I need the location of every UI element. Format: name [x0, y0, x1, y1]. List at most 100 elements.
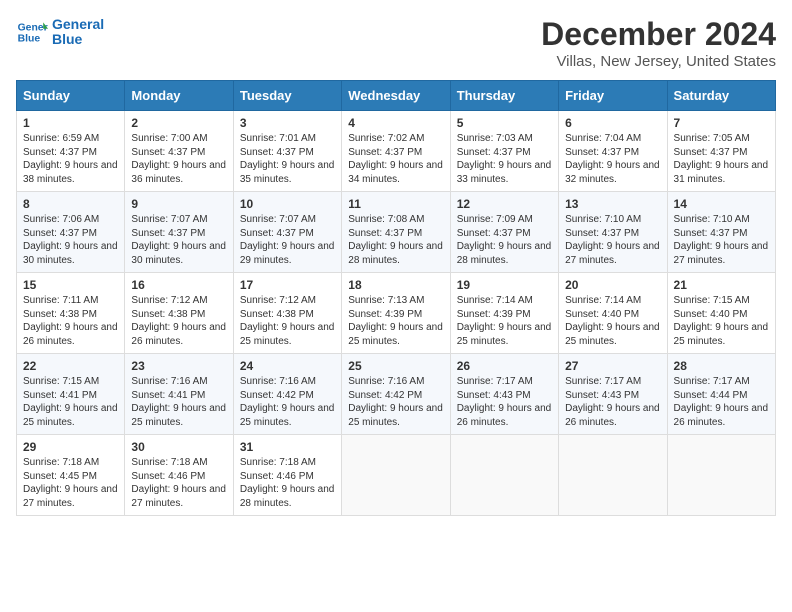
title-area: December 2024 Villas, New Jersey, United… [541, 16, 776, 70]
day-number: 12 [457, 197, 552, 211]
calendar-cell: 9 Sunrise: 7:07 AM Sunset: 4:37 PM Dayli… [125, 192, 233, 273]
cell-content: Sunrise: 7:14 AM Sunset: 4:39 PM Dayligh… [457, 294, 552, 348]
cell-content: Sunrise: 7:00 AM Sunset: 4:37 PM Dayligh… [131, 132, 226, 186]
day-number: 6 [565, 116, 660, 130]
calendar-cell: 10 Sunrise: 7:07 AM Sunset: 4:37 PM Dayl… [233, 192, 341, 273]
day-number: 9 [131, 197, 226, 211]
day-number: 21 [674, 278, 769, 292]
col-sunday: Sunday [17, 81, 125, 111]
cell-content: Sunrise: 7:03 AM Sunset: 4:37 PM Dayligh… [457, 132, 552, 186]
calendar-week-row: 15 Sunrise: 7:11 AM Sunset: 4:38 PM Dayl… [17, 273, 776, 354]
calendar-week-row: 22 Sunrise: 7:15 AM Sunset: 4:41 PM Dayl… [17, 354, 776, 435]
calendar-cell [559, 435, 667, 516]
day-number: 17 [240, 278, 335, 292]
calendar-cell: 28 Sunrise: 7:17 AM Sunset: 4:44 PM Dayl… [667, 354, 775, 435]
calendar-cell: 4 Sunrise: 7:02 AM Sunset: 4:37 PM Dayli… [342, 111, 450, 192]
calendar-cell [342, 435, 450, 516]
cell-content: Sunrise: 7:11 AM Sunset: 4:38 PM Dayligh… [23, 294, 118, 348]
cell-content: Sunrise: 7:04 AM Sunset: 4:37 PM Dayligh… [565, 132, 660, 186]
calendar-week-row: 29 Sunrise: 7:18 AM Sunset: 4:45 PM Dayl… [17, 435, 776, 516]
calendar-cell [450, 435, 558, 516]
cell-content: Sunrise: 7:02 AM Sunset: 4:37 PM Dayligh… [348, 132, 443, 186]
day-number: 16 [131, 278, 226, 292]
svg-text:Blue: Blue [18, 34, 41, 45]
cell-content: Sunrise: 7:17 AM Sunset: 4:44 PM Dayligh… [674, 375, 769, 429]
col-friday: Friday [559, 81, 667, 111]
cell-content: Sunrise: 7:18 AM Sunset: 4:45 PM Dayligh… [23, 456, 118, 510]
day-number: 5 [457, 116, 552, 130]
day-number: 22 [23, 359, 118, 373]
calendar-cell: 27 Sunrise: 7:17 AM Sunset: 4:43 PM Dayl… [559, 354, 667, 435]
calendar-cell: 12 Sunrise: 7:09 AM Sunset: 4:37 PM Dayl… [450, 192, 558, 273]
day-number: 4 [348, 116, 443, 130]
calendar-cell: 29 Sunrise: 7:18 AM Sunset: 4:45 PM Dayl… [17, 435, 125, 516]
calendar-cell: 31 Sunrise: 7:18 AM Sunset: 4:46 PM Dayl… [233, 435, 341, 516]
cell-content: Sunrise: 7:18 AM Sunset: 4:46 PM Dayligh… [240, 456, 335, 510]
calendar-table: Sunday Monday Tuesday Wednesday Thursday… [16, 80, 776, 516]
day-number: 11 [348, 197, 443, 211]
day-number: 13 [565, 197, 660, 211]
day-number: 10 [240, 197, 335, 211]
col-thursday: Thursday [450, 81, 558, 111]
cell-content: Sunrise: 7:05 AM Sunset: 4:37 PM Dayligh… [674, 132, 769, 186]
day-number: 27 [565, 359, 660, 373]
day-number: 26 [457, 359, 552, 373]
page-subtitle: Villas, New Jersey, United States [541, 53, 776, 70]
day-number: 31 [240, 440, 335, 454]
cell-content: Sunrise: 7:15 AM Sunset: 4:40 PM Dayligh… [674, 294, 769, 348]
day-number: 29 [23, 440, 118, 454]
calendar-cell: 11 Sunrise: 7:08 AM Sunset: 4:37 PM Dayl… [342, 192, 450, 273]
calendar-cell: 18 Sunrise: 7:13 AM Sunset: 4:39 PM Dayl… [342, 273, 450, 354]
calendar-cell: 23 Sunrise: 7:16 AM Sunset: 4:41 PM Dayl… [125, 354, 233, 435]
calendar-week-row: 8 Sunrise: 7:06 AM Sunset: 4:37 PM Dayli… [17, 192, 776, 273]
calendar-cell: 22 Sunrise: 7:15 AM Sunset: 4:41 PM Dayl… [17, 354, 125, 435]
cell-content: Sunrise: 7:09 AM Sunset: 4:37 PM Dayligh… [457, 213, 552, 267]
cell-content: Sunrise: 7:01 AM Sunset: 4:37 PM Dayligh… [240, 132, 335, 186]
calendar-cell: 6 Sunrise: 7:04 AM Sunset: 4:37 PM Dayli… [559, 111, 667, 192]
calendar-cell: 1 Sunrise: 6:59 AM Sunset: 4:37 PM Dayli… [17, 111, 125, 192]
cell-content: Sunrise: 7:14 AM Sunset: 4:40 PM Dayligh… [565, 294, 660, 348]
day-number: 1 [23, 116, 118, 130]
logo: General Blue GeneralBlue [16, 16, 104, 48]
day-number: 15 [23, 278, 118, 292]
calendar-cell: 13 Sunrise: 7:10 AM Sunset: 4:37 PM Dayl… [559, 192, 667, 273]
cell-content: Sunrise: 7:10 AM Sunset: 4:37 PM Dayligh… [674, 213, 769, 267]
day-number: 20 [565, 278, 660, 292]
day-number: 28 [674, 359, 769, 373]
calendar-cell: 26 Sunrise: 7:17 AM Sunset: 4:43 PM Dayl… [450, 354, 558, 435]
cell-content: Sunrise: 7:13 AM Sunset: 4:39 PM Dayligh… [348, 294, 443, 348]
day-number: 23 [131, 359, 226, 373]
cell-content: Sunrise: 7:10 AM Sunset: 4:37 PM Dayligh… [565, 213, 660, 267]
cell-content: Sunrise: 7:18 AM Sunset: 4:46 PM Dayligh… [131, 456, 226, 510]
cell-content: Sunrise: 7:12 AM Sunset: 4:38 PM Dayligh… [131, 294, 226, 348]
calendar-cell: 3 Sunrise: 7:01 AM Sunset: 4:37 PM Dayli… [233, 111, 341, 192]
calendar-cell: 19 Sunrise: 7:14 AM Sunset: 4:39 PM Dayl… [450, 273, 558, 354]
day-number: 7 [674, 116, 769, 130]
day-number: 2 [131, 116, 226, 130]
cell-content: Sunrise: 7:06 AM Sunset: 4:37 PM Dayligh… [23, 213, 118, 267]
calendar-cell: 30 Sunrise: 7:18 AM Sunset: 4:46 PM Dayl… [125, 435, 233, 516]
cell-content: Sunrise: 7:15 AM Sunset: 4:41 PM Dayligh… [23, 375, 118, 429]
cell-content: Sunrise: 7:16 AM Sunset: 4:42 PM Dayligh… [240, 375, 335, 429]
header: General Blue GeneralBlue December 2024 V… [16, 16, 776, 70]
calendar-cell: 7 Sunrise: 7:05 AM Sunset: 4:37 PM Dayli… [667, 111, 775, 192]
cell-content: Sunrise: 7:07 AM Sunset: 4:37 PM Dayligh… [240, 213, 335, 267]
col-saturday: Saturday [667, 81, 775, 111]
calendar-week-row: 1 Sunrise: 6:59 AM Sunset: 4:37 PM Dayli… [17, 111, 776, 192]
cell-content: Sunrise: 7:17 AM Sunset: 4:43 PM Dayligh… [565, 375, 660, 429]
calendar-cell: 5 Sunrise: 7:03 AM Sunset: 4:37 PM Dayli… [450, 111, 558, 192]
calendar-cell [667, 435, 775, 516]
calendar-cell: 24 Sunrise: 7:16 AM Sunset: 4:42 PM Dayl… [233, 354, 341, 435]
col-tuesday: Tuesday [233, 81, 341, 111]
cell-content: Sunrise: 7:12 AM Sunset: 4:38 PM Dayligh… [240, 294, 335, 348]
day-number: 30 [131, 440, 226, 454]
cell-content: Sunrise: 7:16 AM Sunset: 4:42 PM Dayligh… [348, 375, 443, 429]
logo-text: GeneralBlue [52, 17, 104, 48]
day-number: 24 [240, 359, 335, 373]
cell-content: Sunrise: 7:16 AM Sunset: 4:41 PM Dayligh… [131, 375, 226, 429]
day-number: 18 [348, 278, 443, 292]
cell-content: Sunrise: 6:59 AM Sunset: 4:37 PM Dayligh… [23, 132, 118, 186]
day-number: 14 [674, 197, 769, 211]
calendar-cell: 15 Sunrise: 7:11 AM Sunset: 4:38 PM Dayl… [17, 273, 125, 354]
calendar-header-row: Sunday Monday Tuesday Wednesday Thursday… [17, 81, 776, 111]
